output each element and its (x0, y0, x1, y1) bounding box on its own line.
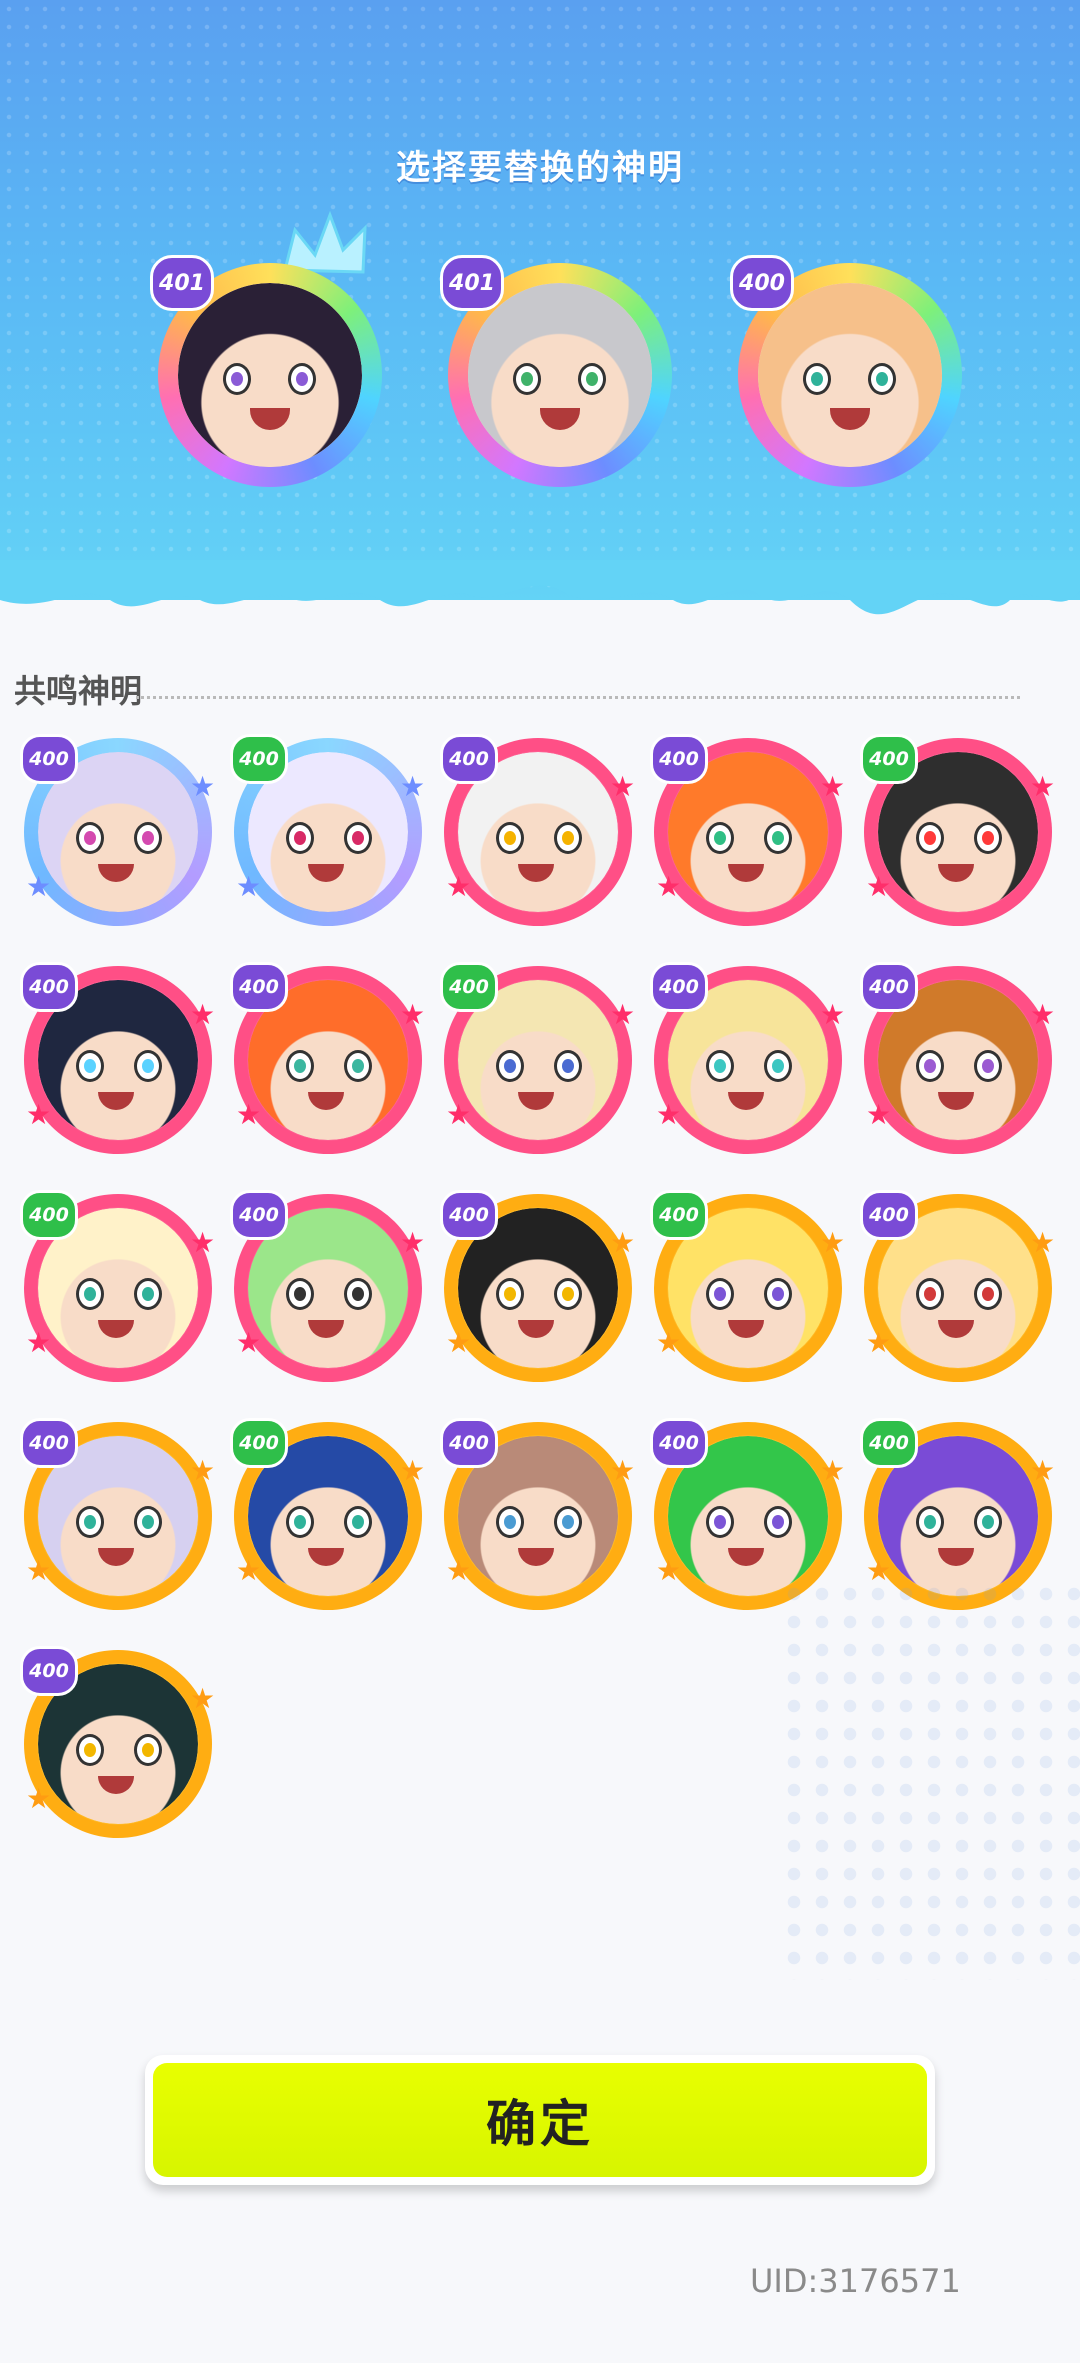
star-icon: ★ (1030, 998, 1056, 1031)
star-icon: ★ (610, 1226, 636, 1259)
star-icon: ★ (610, 770, 636, 803)
star-icon: ★ (1030, 1454, 1056, 1487)
star-icon: ★ (446, 1098, 472, 1131)
star-icon: ★ (866, 870, 892, 903)
star-icon: ★ (190, 1454, 216, 1487)
star-icon: ★ (656, 1326, 682, 1359)
level-badge: 400 (650, 962, 708, 1012)
star-icon: ★ (190, 1682, 216, 1715)
star-icon: ★ (236, 870, 262, 903)
level-badge: 400 (730, 255, 794, 311)
star-icon: ★ (446, 1554, 472, 1587)
god-item[interactable]: 400 ★ ★ (440, 734, 636, 930)
star-icon: ★ (656, 870, 682, 903)
level-badge: 400 (860, 734, 918, 784)
star-icon: ★ (26, 870, 52, 903)
star-icon: ★ (820, 1226, 846, 1259)
star-icon: ★ (866, 1098, 892, 1131)
star-icon: ★ (446, 1326, 472, 1359)
god-item[interactable]: 400 ★ ★ (650, 734, 846, 930)
god-item[interactable]: 400 ★ ★ (20, 1190, 216, 1386)
god-item[interactable]: 400 ★ ★ (230, 1418, 426, 1614)
god-item[interactable]: 400 ★ ★ (860, 1190, 1056, 1386)
god-portrait (758, 283, 942, 467)
god-item[interactable]: 400 ★ ★ (230, 1190, 426, 1386)
level-badge: 400 (230, 962, 288, 1012)
god-item[interactable]: 400 ★ ★ (440, 962, 636, 1158)
star-icon: ★ (820, 1454, 846, 1487)
star-icon: ★ (656, 1098, 682, 1131)
star-icon: ★ (26, 1554, 52, 1587)
god-item[interactable]: 400 ★ ★ (860, 734, 1056, 930)
god-item[interactable]: 400 ★ ★ (650, 962, 846, 1158)
level-badge: 400 (230, 1190, 288, 1240)
background-dots (780, 1580, 1080, 1980)
selected-slot-2[interactable]: 401 (440, 255, 680, 495)
section-divider (136, 696, 1020, 699)
star-icon: ★ (446, 870, 472, 903)
uid-label: UID:3176571 (750, 2262, 961, 2300)
star-icon: ★ (400, 998, 426, 1031)
star-icon: ★ (820, 770, 846, 803)
level-badge: 400 (440, 734, 498, 784)
star-icon: ★ (400, 770, 426, 803)
god-item[interactable]: 400 ★ ★ (650, 1190, 846, 1386)
level-badge: 400 (20, 734, 78, 784)
level-badge: 400 (860, 1418, 918, 1468)
level-badge: 400 (860, 962, 918, 1012)
level-badge: 400 (20, 1418, 78, 1468)
star-icon: ★ (190, 1226, 216, 1259)
star-icon: ★ (400, 1454, 426, 1487)
star-icon: ★ (26, 1098, 52, 1131)
level-badge: 400 (440, 962, 498, 1012)
level-badge: 401 (150, 255, 214, 311)
star-icon: ★ (820, 998, 846, 1031)
god-item[interactable]: 400 ★ ★ (20, 734, 216, 930)
star-icon: ★ (236, 1098, 262, 1131)
level-badge: 400 (230, 734, 288, 784)
god-portrait (178, 283, 362, 467)
drip-divider (0, 560, 1080, 615)
level-badge: 400 (440, 1418, 498, 1468)
star-icon: ★ (236, 1554, 262, 1587)
star-icon: ★ (1030, 770, 1056, 803)
level-badge: 400 (20, 1190, 78, 1240)
level-badge: 400 (860, 1190, 918, 1240)
level-badge: 400 (650, 1418, 708, 1468)
level-badge: 400 (230, 1418, 288, 1468)
level-badge: 400 (20, 962, 78, 1012)
star-icon: ★ (610, 998, 636, 1031)
star-icon: ★ (1030, 1226, 1056, 1259)
level-badge: 400 (440, 1190, 498, 1240)
star-icon: ★ (656, 1554, 682, 1587)
star-icon: ★ (866, 1326, 892, 1359)
level-badge: 400 (650, 734, 708, 784)
star-icon: ★ (190, 998, 216, 1031)
god-item[interactable]: 400 ★ ★ (20, 1646, 216, 1842)
god-item[interactable]: 400 ★ ★ (440, 1190, 636, 1386)
section-title: 共鸣神明 (14, 672, 143, 710)
star-icon: ★ (400, 1226, 426, 1259)
god-item[interactable]: 400 ★ ★ (860, 962, 1056, 1158)
confirm-button-frame: 确定 (145, 2055, 935, 2185)
page-title: 选择要替换的神明 (396, 148, 684, 188)
selected-slot-3[interactable]: 400 (730, 255, 970, 495)
star-icon: ★ (610, 1454, 636, 1487)
level-badge: 401 (440, 255, 504, 311)
confirm-button[interactable]: 确定 (153, 2063, 927, 2177)
level-badge: 400 (650, 1190, 708, 1240)
star-icon: ★ (236, 1326, 262, 1359)
star-icon: ★ (26, 1782, 52, 1815)
star-icon: ★ (26, 1326, 52, 1359)
god-item[interactable]: 400 ★ ★ (20, 1418, 216, 1614)
selected-slot-1[interactable]: 401 (150, 255, 390, 495)
level-badge: 400 (20, 1646, 78, 1696)
god-item[interactable]: 400 ★ ★ (230, 962, 426, 1158)
god-portrait (468, 283, 652, 467)
god-item[interactable]: 400 ★ ★ (20, 962, 216, 1158)
star-icon: ★ (190, 770, 216, 803)
god-item[interactable]: 400 ★ ★ (440, 1418, 636, 1614)
god-item[interactable]: 400 ★ ★ (230, 734, 426, 930)
